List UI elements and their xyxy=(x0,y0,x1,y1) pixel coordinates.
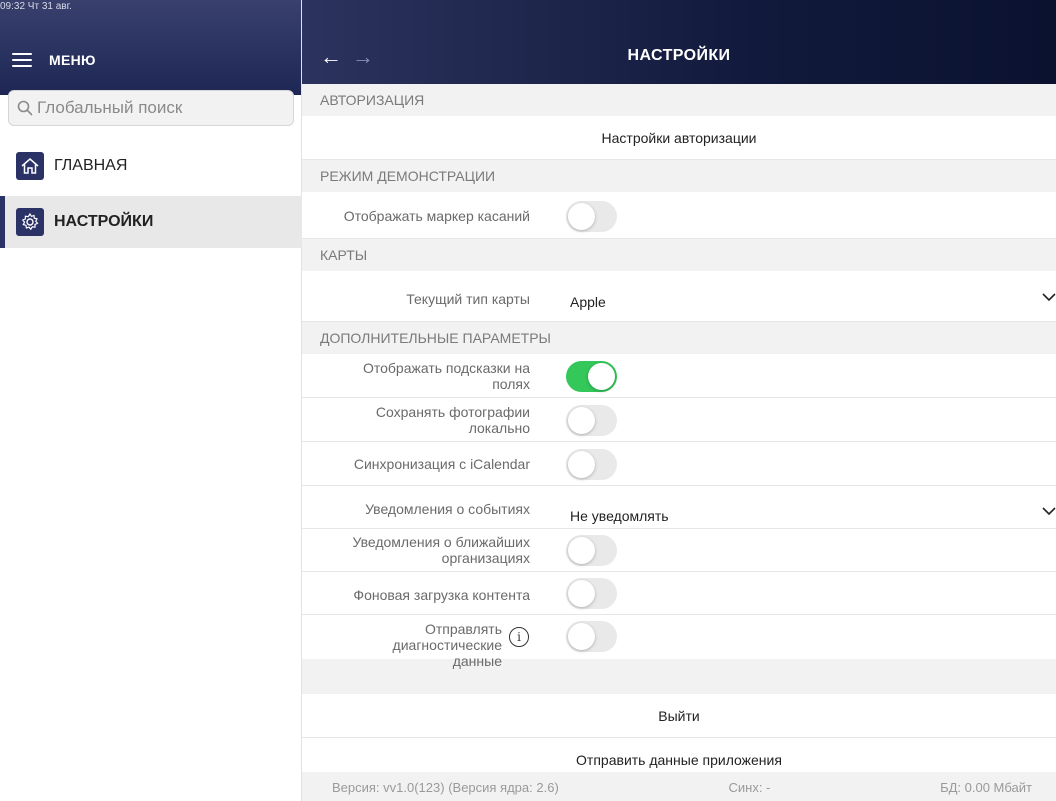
chevron-down-icon xyxy=(1042,503,1056,519)
nearby-notify-label: Уведомления о ближайших организациях xyxy=(352,534,530,566)
map-type-label: Текущий тип карты xyxy=(406,291,530,307)
map-type-value: Apple xyxy=(570,294,606,310)
bg-load-toggle[interactable] xyxy=(566,578,617,609)
nearby-notify-row: Уведомления о ближайших организациях xyxy=(302,529,1056,572)
status-time: 09:32 Чт 31 авг. xyxy=(0,1,72,12)
event-notify-value: Не уведомлять xyxy=(570,508,669,524)
icalendar-row: Синхронизация с iCalendar xyxy=(302,442,1056,486)
search-input[interactable] xyxy=(37,98,277,118)
save-photos-row: Сохранять фотографии локально xyxy=(302,398,1056,442)
event-notify-label: Уведомления о событиях xyxy=(365,501,530,517)
sync-text: Синх: - xyxy=(728,779,771,795)
menu-label: МЕНЮ xyxy=(49,52,96,68)
sidebar: 09:32 Чт 31 авг. МЕНЮ ГЛАВНАЯ НАСТ xyxy=(0,0,302,801)
search-icon xyxy=(17,100,33,116)
version-text: Версия: vv1.0(123) (Версия ядра: 2.6) xyxy=(332,779,559,795)
save-photos-label: Сохранять фотографии локально xyxy=(375,404,530,436)
send-app-data-button[interactable]: Отправить данные приложения xyxy=(302,738,1056,772)
gear-icon xyxy=(16,208,44,236)
diagnostics-label: Отправлять диагностические данные xyxy=(392,621,502,669)
logout-button[interactable]: Выйти xyxy=(302,694,1056,738)
diagnostics-toggle[interactable] xyxy=(566,621,617,652)
sidebar-item-settings[interactable]: НАСТРОЙКИ xyxy=(0,196,302,248)
sidebar-item-label: ГЛАВНАЯ xyxy=(54,157,128,174)
menu-button[interactable]: МЕНЮ xyxy=(12,48,96,72)
sidebar-header: 09:32 Чт 31 авг. МЕНЮ xyxy=(0,0,301,95)
touch-marker-toggle[interactable] xyxy=(566,201,617,232)
section-header-demo: РЕЖИМ ДЕМОНСТРАЦИИ xyxy=(302,160,1056,192)
touch-marker-row: Отображать маркер касаний xyxy=(302,192,1056,239)
bg-load-label: Фоновая загрузка контента xyxy=(353,587,530,603)
show-hints-row: Отображать подсказки на полях xyxy=(302,354,1056,398)
map-type-row[interactable]: Текущий тип карты Apple xyxy=(302,271,1056,322)
main-header: ← → НАСТРОЙКИ xyxy=(302,0,1056,84)
section-header-auth: АВТОРИЗАЦИЯ xyxy=(302,84,1056,116)
section-header-maps: КАРТЫ xyxy=(302,239,1056,271)
bg-load-row: Фоновая загрузка контента xyxy=(302,572,1056,615)
show-hints-toggle[interactable] xyxy=(566,361,617,392)
home-icon xyxy=(16,152,44,180)
footer: Версия: vv1.0(123) (Версия ядра: 2.6) Си… xyxy=(302,772,1056,801)
hamburger-icon xyxy=(12,53,32,67)
page-title: НАСТРОЙКИ xyxy=(627,47,731,64)
sidebar-item-home[interactable]: ГЛАВНАЯ xyxy=(0,140,302,192)
section-header-extra: ДОПОЛНИТЕЛЬНЫЕ ПАРАМЕТРЫ xyxy=(302,322,1056,354)
auth-settings-button[interactable]: Настройки авторизации xyxy=(302,116,1056,160)
icalendar-label: Синхронизация с iCalendar xyxy=(353,456,530,472)
chevron-down-icon xyxy=(1042,289,1056,305)
icalendar-toggle[interactable] xyxy=(566,449,617,480)
save-photos-toggle[interactable] xyxy=(566,405,617,436)
sidebar-item-label: НАСТРОЙКИ xyxy=(54,213,154,230)
info-icon[interactable]: i xyxy=(509,627,529,647)
diagnostics-row: Отправлять диагностические данные i xyxy=(302,615,1056,669)
nearby-notify-toggle[interactable] xyxy=(566,535,617,566)
event-notify-row[interactable]: Уведомления о событиях Не уведомлять xyxy=(302,486,1056,529)
show-hints-label: Отображать подсказки на полях xyxy=(362,360,530,392)
touch-marker-label: Отображать маркер касаний xyxy=(343,208,530,224)
global-search[interactable] xyxy=(8,90,294,126)
main-panel: ← → НАСТРОЙКИ АВТОРИЗАЦИЯ Настройки авто… xyxy=(302,0,1056,801)
db-size-text: БД: 0.00 Мбайт xyxy=(940,779,1032,795)
